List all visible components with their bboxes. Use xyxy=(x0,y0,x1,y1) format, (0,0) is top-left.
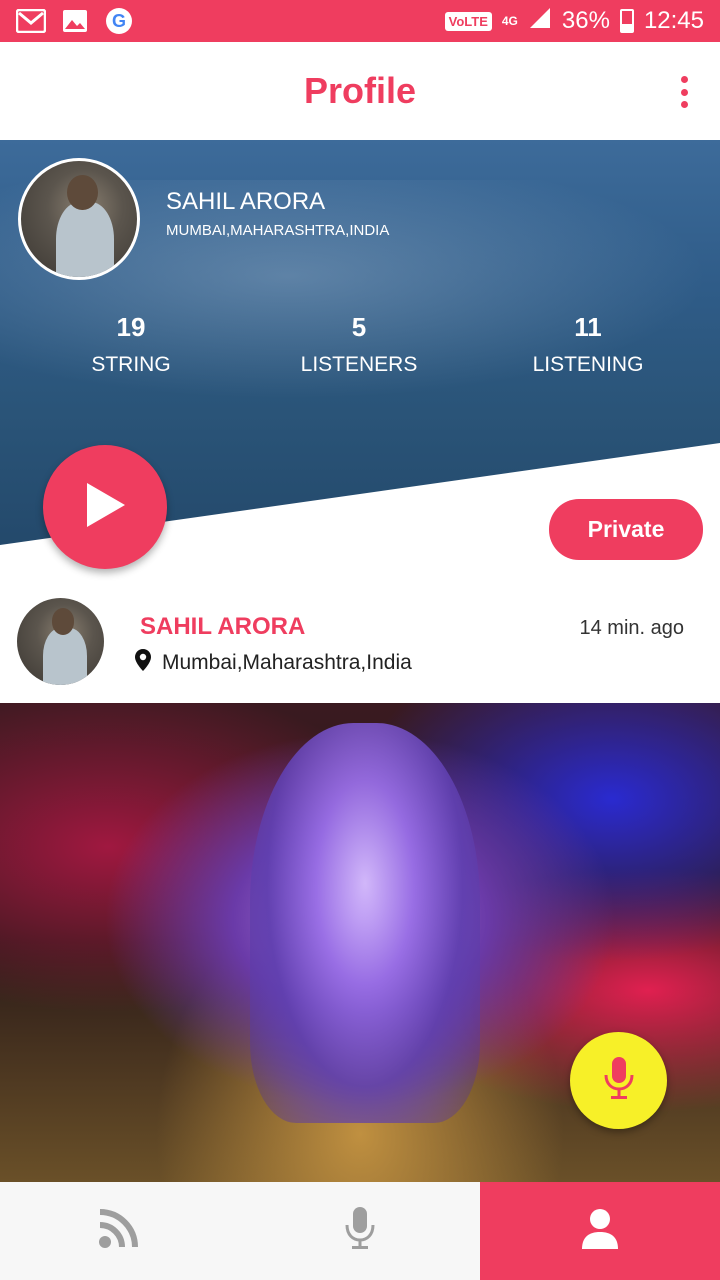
gmail-icon xyxy=(16,7,46,35)
battery-icon xyxy=(619,9,634,33)
stat-label: STRING xyxy=(91,353,171,376)
stat-listening[interactable]: 11 LISTENING xyxy=(488,312,688,377)
post-author-avatar[interactable] xyxy=(17,598,104,685)
feed-icon xyxy=(98,1208,142,1254)
signal-icon xyxy=(528,6,552,37)
profile-avatar[interactable] xyxy=(18,158,140,280)
profile-name: SAHIL ARORA xyxy=(166,188,326,215)
post-author-name[interactable]: SAHIL ARORA xyxy=(140,613,305,641)
play-icon xyxy=(83,481,127,534)
location-pin-icon xyxy=(134,649,152,676)
svg-text:G: G xyxy=(112,11,126,31)
more-vertical-icon[interactable] xyxy=(678,76,690,108)
google-icon: G xyxy=(104,7,134,35)
volte-badge: VoLTE xyxy=(444,11,492,31)
app-bar: Profile xyxy=(0,42,720,140)
nav-profile[interactable] xyxy=(480,1182,720,1280)
post-location-row: Mumbai,Maharashtra,India xyxy=(134,649,412,676)
stat-listeners[interactable]: 5 LISTENERS xyxy=(259,312,459,377)
post-timestamp: 14 min. ago xyxy=(579,617,684,639)
play-button[interactable] xyxy=(43,445,167,569)
stat-string[interactable]: 19 STRING xyxy=(31,312,231,377)
post-header: SAHIL ARORA 14 min. ago Mumbai,Maharasht… xyxy=(0,585,720,703)
gallery-icon xyxy=(60,7,90,35)
stat-value: 5 xyxy=(351,312,367,342)
record-button[interactable] xyxy=(570,1032,667,1129)
mic-icon xyxy=(601,1055,637,1106)
profile-stats: 19 STRING 5 LISTENERS 11 LISTENING xyxy=(0,312,720,392)
post-image-subject xyxy=(250,723,480,1123)
nav-feed[interactable] xyxy=(0,1182,240,1280)
battery-percent: 36% xyxy=(561,7,610,34)
stat-value: 19 xyxy=(116,312,146,342)
stat-label: LISTENERS xyxy=(300,353,418,376)
status-bar: G VoLTE 4G 36% 12:45 xyxy=(0,0,720,42)
stat-value: 11 xyxy=(574,312,602,342)
nav-record[interactable] xyxy=(240,1182,480,1280)
bottom-navigation xyxy=(0,1182,720,1280)
mic-icon xyxy=(344,1206,376,1256)
private-button[interactable]: Private xyxy=(549,499,703,560)
profile-icon xyxy=(581,1208,619,1254)
profile-location: MUMBAI,MAHARASHTRA,INDIA xyxy=(166,222,390,239)
page-title: Profile xyxy=(303,70,417,111)
stat-label: LISTENING xyxy=(532,353,644,376)
post-location: Mumbai,Maharashtra,India xyxy=(162,650,412,674)
network-type: 4G xyxy=(501,14,518,28)
clock: 12:45 xyxy=(643,7,704,34)
